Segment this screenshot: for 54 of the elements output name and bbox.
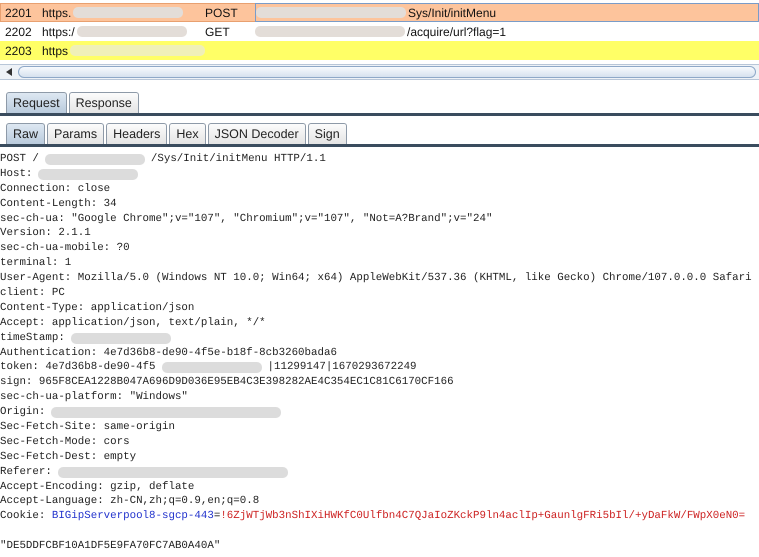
header-text: Version: 2.1.1 bbox=[0, 226, 91, 242]
view-tab[interactable]: Sign bbox=[308, 123, 347, 144]
cookie-name: BIGipServerpool8-sgcp-443 bbox=[52, 509, 214, 524]
view-tab[interactable]: Headers bbox=[106, 123, 168, 144]
host-text: https bbox=[42, 44, 68, 58]
header-text: Sec-Fetch-Dest: empty bbox=[0, 450, 136, 465]
host-text: https:/ bbox=[42, 24, 75, 38]
view-tab[interactable]: Params bbox=[47, 123, 104, 144]
method-text: POST bbox=[205, 6, 239, 20]
header-text: /Sys/Init/initMenu HTTP/1.1 bbox=[150, 152, 326, 167]
scroll-left-icon[interactable] bbox=[6, 68, 12, 76]
row-number: 2201 bbox=[4, 6, 33, 20]
header-text: timeStamp: bbox=[0, 330, 65, 346]
view-tab[interactable]: JSON Decoder bbox=[208, 123, 306, 144]
header-text: Sec-Fetch-Site: same-origin bbox=[0, 420, 175, 435]
url-cell: /acquire/url?flag=1 bbox=[255, 23, 759, 40]
header-text: Authentication: 4e7d36b8-de90-4f5e-b18f-8cb3260bada6 bbox=[0, 346, 337, 360]
header-text: Cookie: bbox=[0, 509, 46, 524]
header-text: |11299147|1670293672249 bbox=[268, 360, 417, 376]
host-text: https. bbox=[42, 6, 72, 20]
header-text: sec-ch-ua: "Google Chrome";v="107", "Chromium";v="107", "Not=A?Brand";v="24" bbox=[0, 212, 492, 226]
cookie-value: !6ZjWTjWb3nShIXiHWKfC0Ulfbn4C7QJaIoZKckP9ln4aclIp+GaunlgFRi5bIl/+yDaFkW/FWpX0eN0= bbox=[220, 509, 746, 524]
header-text: Origin: bbox=[0, 405, 46, 420]
header-text: User-Agent: Mozilla/5.0 (Windows NT 10.0; Win64; x64) AppleWebKit/537.36 (KHTML, like Gecko) Chrome/107.0.0.0 Safari bbox=[0, 271, 752, 286]
header-text: client: PC bbox=[0, 286, 65, 301]
row-number: 2203 bbox=[4, 44, 33, 58]
header-text: Accept-Encoding: gzip, deflate bbox=[0, 480, 194, 494]
header-text: Content-Length: 34 bbox=[0, 196, 117, 212]
view-tab[interactable]: Hex bbox=[169, 123, 206, 144]
header-text: Accept: application/json, text/plain, */* bbox=[0, 316, 266, 331]
row-number: 2202 bbox=[4, 24, 33, 38]
header-text: token: 4e7d36b8-de90-4f5 bbox=[0, 360, 156, 376]
header-text: Sec-Fetch-Mode: cors bbox=[0, 434, 130, 450]
header-text: Content-Type: application/json bbox=[0, 300, 194, 316]
message-tab[interactable]: Request bbox=[6, 92, 67, 113]
url-cell: Sys/Init/initMenu bbox=[255, 3, 759, 22]
header-text: Connection: close bbox=[0, 182, 110, 197]
header-text: = bbox=[214, 509, 220, 524]
header-text: sec-ch-ua-platform: "Windows" bbox=[0, 390, 188, 406]
header-text: POST / bbox=[0, 152, 39, 167]
history-row[interactable]: 2201 https. POST Sys/Init/initMenu bbox=[0, 3, 759, 22]
header-text: sec-ch-ua-mobile: ?0 bbox=[0, 241, 130, 256]
header-text: Accept-Language: zh-CN,zh;q=0.9,en;q=0.8 bbox=[0, 494, 260, 510]
view-tab[interactable]: Raw bbox=[6, 123, 46, 144]
message-tab[interactable]: Response bbox=[68, 92, 139, 113]
horizontal-scrollbar[interactable] bbox=[0, 64, 759, 80]
method-text: GET bbox=[205, 24, 231, 38]
header-text: "DE5DDFCBF10A1DF5E9FA70FC7AB0A40A" bbox=[0, 539, 220, 554]
header-text: Host: bbox=[0, 166, 32, 182]
header-text: terminal: 1 bbox=[0, 256, 72, 272]
history-row[interactable]: 2203 https bbox=[0, 41, 759, 60]
header-text: sign: 965F8CEA1228B047A696D9D036E95EB4C3E398282AE4C354EC1C81C6170CF166 bbox=[0, 375, 454, 390]
header-text: Referer: bbox=[0, 464, 52, 480]
scroll-thumb[interactable] bbox=[18, 66, 756, 78]
